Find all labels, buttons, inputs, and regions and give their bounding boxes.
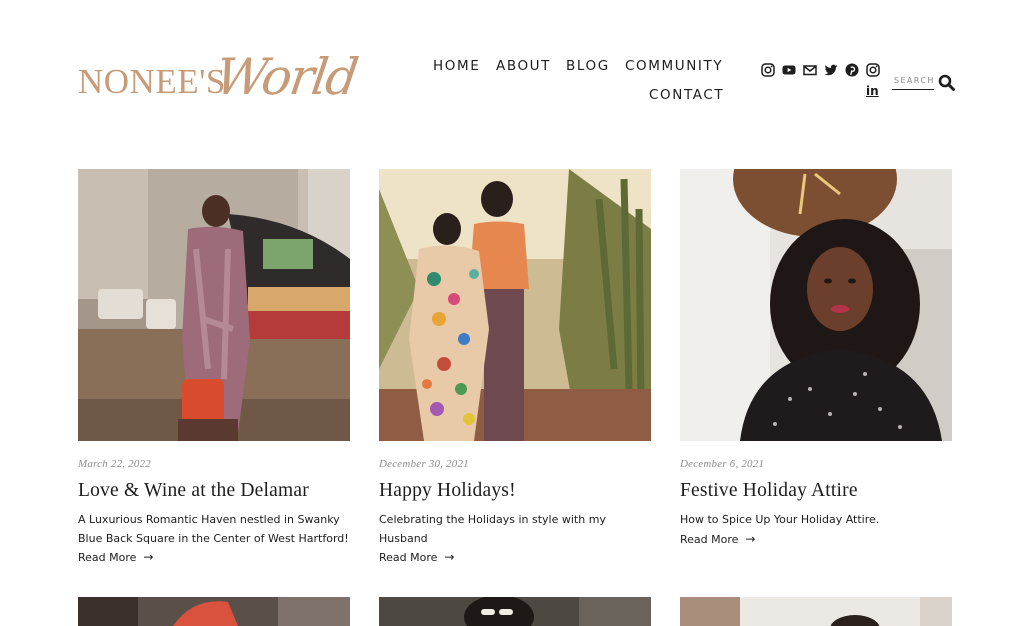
- youtube-icon[interactable]: [782, 63, 796, 77]
- instagram-icon[interactable]: [761, 63, 775, 77]
- post-excerpt: A Luxurious Romantic Haven nestled in Sw…: [78, 511, 350, 568]
- read-more-label: Read More: [78, 551, 137, 564]
- post-excerpt-text: A Luxurious Romantic Haven nestled in Sw…: [78, 513, 349, 545]
- post-thumbnail[interactable]: [379, 169, 651, 441]
- post-card: March 22, 2022 Love & Wine at the Delama…: [78, 169, 350, 568]
- twitter-icon[interactable]: [824, 63, 838, 77]
- site-logo[interactable]: NONEE'S World: [78, 46, 360, 118]
- post-excerpt: Celebrating the Holidays in style with m…: [379, 511, 651, 568]
- search-icon[interactable]: [938, 74, 955, 91]
- arrow-right-icon: →: [143, 550, 154, 564]
- post-thumbnail[interactable]: [680, 169, 952, 441]
- nav-home[interactable]: HOME: [433, 58, 480, 74]
- main-nav: HOME ABOUT BLOG COMMUNITY CONTACT: [420, 58, 724, 118]
- read-more-link[interactable]: Read More →: [379, 550, 455, 564]
- read-more-label: Read More: [680, 532, 739, 546]
- read-more-label: Read More: [379, 551, 438, 564]
- post-thumbnail[interactable]: [379, 597, 651, 626]
- post-thumbnail[interactable]: [78, 169, 350, 441]
- post-title[interactable]: Love & Wine at the Delamar: [78, 480, 350, 502]
- read-more-link[interactable]: Read More →: [680, 531, 756, 546]
- post-title[interactable]: Happy Holidays!: [379, 480, 651, 502]
- read-more-link[interactable]: Read More →: [78, 550, 154, 564]
- search-input[interactable]: [892, 72, 934, 90]
- arrow-right-icon: →: [745, 531, 756, 546]
- search-form: [892, 72, 956, 94]
- post-date: December 30, 2021: [379, 458, 469, 470]
- post-thumbnail[interactable]: [78, 597, 350, 626]
- post-excerpt-text: How to Spice Up Your Holiday Attire.: [680, 513, 880, 526]
- nav-community[interactable]: COMMUNITY: [625, 58, 723, 74]
- post-excerpt-text: Celebrating the Holidays in style with m…: [379, 513, 606, 545]
- post-excerpt: How to Spice Up Your Holiday Attire. Rea…: [680, 511, 952, 549]
- instagram-icon[interactable]: [866, 63, 880, 77]
- post-date: December 6, 2021: [680, 458, 765, 470]
- social-links: in: [761, 63, 885, 103]
- nav-blog[interactable]: BLOG: [566, 58, 610, 74]
- post-card: December 30, 2021 Happy Holidays! Celebr…: [379, 169, 651, 568]
- mail-icon[interactable]: [803, 63, 817, 77]
- arrow-right-icon: →: [444, 550, 455, 564]
- logo-script-text: World: [211, 48, 361, 106]
- post-date: March 22, 2022: [78, 458, 151, 470]
- post-card: December 6, 2021 Festive Holiday Attire …: [680, 169, 952, 549]
- linkedin-icon[interactable]: in: [866, 84, 880, 98]
- post-title[interactable]: Festive Holiday Attire: [680, 480, 952, 502]
- post-thumbnail[interactable]: [680, 597, 952, 626]
- pinterest-icon[interactable]: [845, 63, 859, 77]
- logo-text: NONEE'S: [78, 62, 226, 101]
- nav-about[interactable]: ABOUT: [496, 58, 551, 74]
- nav-contact[interactable]: CONTACT: [649, 87, 724, 103]
